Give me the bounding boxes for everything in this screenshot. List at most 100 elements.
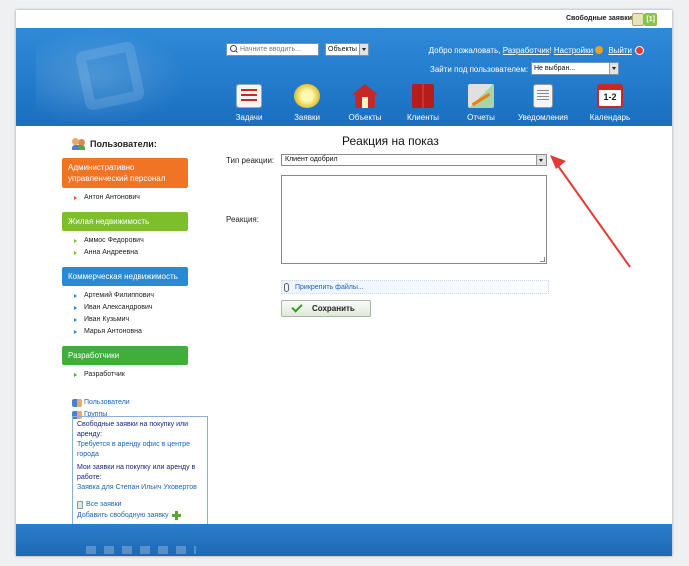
group-developers: Разработчики Разработчик (62, 346, 208, 383)
add-request-text: Добавить свободную заявку (77, 512, 169, 519)
login-as-select[interactable]: Не выбран... (531, 62, 619, 75)
reaction-textarea[interactable] (281, 175, 547, 264)
top-strip: Свободные заявки [1] (16, 10, 672, 28)
chart-icon (468, 84, 494, 108)
logo (36, 28, 186, 126)
search-scope-select[interactable]: Объекты (325, 43, 369, 56)
group-header[interactable]: Коммерческая недвижимость (62, 267, 188, 286)
calendar-icon: 1-2 (597, 84, 623, 108)
users-link[interactable]: Пользователи (72, 397, 208, 409)
group-commercial: Коммерческая недвижимость Артемий Филипп… (62, 267, 208, 340)
search-input[interactable] (240, 46, 318, 53)
nav-clients[interactable]: Клиенты (394, 82, 452, 127)
login-as-value: Не выбран... (534, 65, 576, 72)
nav-label: Отчеты (467, 113, 495, 122)
paperclip-icon (284, 282, 289, 292)
reaction-type-label: Тип реакции: (226, 156, 275, 165)
free-requests-link[interactable]: Свободные заявки (566, 15, 632, 22)
resize-grip-icon[interactable] (540, 257, 545, 262)
nav-label: Заявки (294, 113, 320, 122)
sidebar: Пользователи: Административно управленче… (62, 136, 208, 526)
attach-files-link[interactable]: Прикрепить файлы... (295, 284, 364, 291)
notification-icon (533, 84, 553, 108)
main-nav: Задачи Заявки Объекты Клиенты Отчеты Уве… (220, 82, 644, 127)
clients-book-icon (412, 84, 434, 108)
chevron-down-icon[interactable] (536, 155, 546, 165)
users-icon (72, 138, 86, 150)
welcome-bar: Добро пожаловать, Разработчик! Настройки… (429, 46, 632, 55)
save-button-label: Сохранить (312, 304, 355, 313)
user-item[interactable]: Иван Александрович (74, 302, 208, 314)
free-requests-count[interactable]: [1] (644, 13, 657, 26)
chevron-down-icon[interactable] (609, 63, 618, 74)
footer-decoration (86, 546, 196, 554)
user-item[interactable]: Аммос Федорович (74, 235, 208, 247)
user-item[interactable]: Артемий Филиппович (74, 290, 208, 302)
users-link-text: Пользователи (84, 399, 130, 406)
free-requests-icon[interactable] (632, 13, 644, 26)
nav-notifications[interactable]: Уведомления (510, 82, 576, 127)
add-request-link[interactable]: Добавить свободную заявку (77, 510, 181, 521)
attach-files-bar: Прикрепить файлы... (281, 280, 549, 294)
nav-label: Клиенты (406, 113, 440, 122)
reaction-label: Реакция: (226, 215, 259, 224)
nav-label: Задачи (235, 113, 263, 122)
header: Объекты Добро пожаловать, Разработчик! Н… (16, 28, 672, 126)
gear-icon[interactable] (595, 46, 604, 54)
save-button[interactable]: Сохранить (281, 300, 371, 317)
nav-tasks[interactable]: Задачи (220, 82, 278, 127)
welcome-suffix: ! (549, 46, 552, 55)
user-item[interactable]: Разработчик (74, 369, 208, 381)
user-item[interactable]: Анна Андреевна (74, 247, 208, 259)
group-items: Антон Антонович (62, 188, 208, 206)
my-requests-heading: Мои заявки на покупку или аренду в работ… (77, 464, 196, 481)
group-items: Разработчик (62, 365, 208, 383)
search-box[interactable] (226, 43, 319, 56)
document-icon (77, 500, 83, 509)
logout-link[interactable]: Выйти (608, 46, 632, 55)
all-requests-text: Все заявки (86, 501, 122, 508)
check-icon (291, 301, 303, 313)
group-items: Аммос Федорович Анна Андреевна (62, 231, 208, 261)
sidebar-title-text: Пользователи: (90, 139, 157, 149)
welcome-text: Добро пожаловать, (428, 46, 501, 55)
power-icon[interactable] (635, 46, 644, 55)
settings-link[interactable]: Настройки (554, 46, 593, 55)
nav-label: Уведомления (517, 113, 569, 122)
logo-shape (74, 40, 146, 112)
nav-calendar[interactable]: 1-2 Календарь (576, 82, 644, 127)
requests-box: Свободные заявки на покупку или аренду: … (72, 416, 208, 526)
my-request-link[interactable]: Заявка для Степан Ильич Уховертов (77, 483, 203, 493)
screenshot-frame: Свободные заявки [1] Объекты Добро пожал… (0, 0, 689, 566)
user-item[interactable]: Иван Кузьмич (74, 314, 208, 326)
chevron-down-icon[interactable] (359, 44, 368, 55)
plus-icon[interactable] (171, 511, 181, 520)
group-header[interactable]: Разработчики (62, 346, 188, 365)
group-header[interactable]: Административно управленческий персонал (62, 158, 188, 188)
nav-label: Календарь (589, 113, 631, 122)
nav-objects[interactable]: Объекты (336, 82, 394, 127)
reaction-type-select[interactable]: Клиент одобрил (281, 154, 547, 166)
all-requests-link[interactable]: Все заявки (77, 499, 181, 510)
users-icon (72, 399, 82, 407)
group-residential: Жилая недвижимость Аммос Федорович Анна … (62, 212, 208, 261)
page-title: Реакция на показ (342, 134, 439, 148)
annotation-arrow (550, 155, 631, 268)
requests-box-actions: Все заявки Добавить свободную заявку (77, 499, 181, 521)
user-item[interactable]: Антон Антонович (74, 192, 208, 204)
user-link[interactable]: Разработчик (503, 46, 550, 55)
sidebar-title: Пользователи: (72, 136, 208, 152)
page: Свободные заявки [1] Объекты Добро пожал… (16, 10, 672, 556)
user-item[interactable]: Марья Антоновна (74, 326, 208, 338)
search-icon (229, 44, 240, 55)
free-request-link[interactable]: Требуется в аренду офис в центре города (77, 440, 203, 460)
free-requests-heading: Свободные заявки на покупку или аренду: (77, 421, 188, 438)
annotation-arrow-head (550, 155, 566, 169)
group-header[interactable]: Жилая недвижимость (62, 212, 188, 231)
reaction-type-value: Клиент одобрил (285, 156, 338, 163)
nav-reports[interactable]: Отчеты (452, 82, 510, 127)
nav-requests[interactable]: Заявки (278, 82, 336, 127)
nav-label: Объекты (348, 113, 382, 122)
group-admin: Административно управленческий персонал … (62, 158, 208, 206)
login-as-label: Зайти под пользователем: (430, 65, 529, 74)
